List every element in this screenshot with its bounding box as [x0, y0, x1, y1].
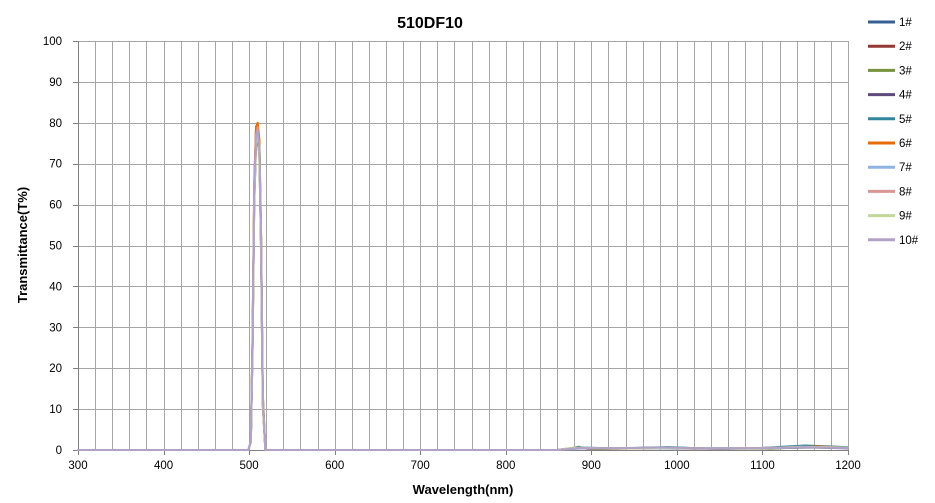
x-tick-label: 1000	[664, 460, 690, 472]
legend: 1# 2# 3# 4# 5# 6# 7# 8# 9# 10#	[868, 17, 919, 247]
x-tick-label: 1100	[750, 460, 775, 472]
y-tick-label: 40	[49, 281, 62, 293]
legend-label: 3#	[899, 65, 912, 77]
legend-label: 6#	[899, 138, 912, 150]
series-line-10	[77, 129, 849, 451]
x-tick-label: 500	[240, 460, 259, 472]
legend-label: 8#	[899, 186, 912, 198]
legend-label: 10#	[899, 235, 919, 247]
x-tick-label: 300	[68, 460, 87, 472]
y-tick-label: 10	[49, 404, 62, 416]
series-line-3	[77, 125, 849, 451]
legend-label: 1#	[899, 17, 912, 29]
series-line-7	[77, 129, 849, 451]
y-tick-labels: 0 10 20 30 40 50 60 70 80 90 100	[43, 36, 78, 457]
legend-label: 7#	[899, 162, 912, 174]
x-tick-labels: 300 400 500 600 700 800 900 1000 1100 1200	[68, 450, 861, 472]
x-axis-label: Wavelength(nm)	[413, 482, 514, 497]
y-tick-label: 0	[56, 445, 62, 457]
series-line-8	[77, 125, 849, 451]
y-tick-label: 70	[49, 159, 62, 171]
series-line-2	[77, 134, 849, 451]
series-line-5	[77, 125, 849, 451]
y-tick-label: 90	[49, 77, 62, 89]
x-tick-label: 800	[496, 460, 515, 472]
x-tick-label: 900	[582, 460, 601, 472]
chart-container: 510DF10 300 400 500 600 700 800 900 1000 1100 120…	[0, 0, 935, 503]
x-tick-label: 700	[411, 460, 430, 472]
axes	[78, 41, 848, 451]
y-tick-label: 60	[49, 200, 62, 212]
legend-label: 9#	[899, 211, 912, 223]
y-tick-label: 80	[49, 118, 62, 130]
legend-label: 4#	[899, 90, 912, 102]
x-tick-label: 1200	[835, 460, 861, 472]
y-tick-label: 20	[49, 363, 62, 375]
transmittance-chart: 510DF10 300 400 500 600 700 800 900 1000 1100 120…	[15, 15, 919, 497]
x-tick-label: 400	[154, 460, 173, 472]
grid	[78, 41, 849, 451]
chart-title: 510DF10	[397, 15, 463, 32]
y-tick-label: 30	[49, 322, 62, 334]
series-line-9	[77, 134, 849, 451]
legend-label: 2#	[899, 41, 912, 53]
series-line-1	[77, 129, 849, 451]
x-tick-label: 600	[325, 460, 344, 472]
y-tick-label: 50	[49, 241, 62, 253]
y-axis-label: Transmittance(T%)	[15, 187, 30, 303]
legend-label: 5#	[899, 114, 912, 126]
series-line-4	[77, 138, 849, 451]
y-tick-label: 100	[43, 36, 62, 48]
